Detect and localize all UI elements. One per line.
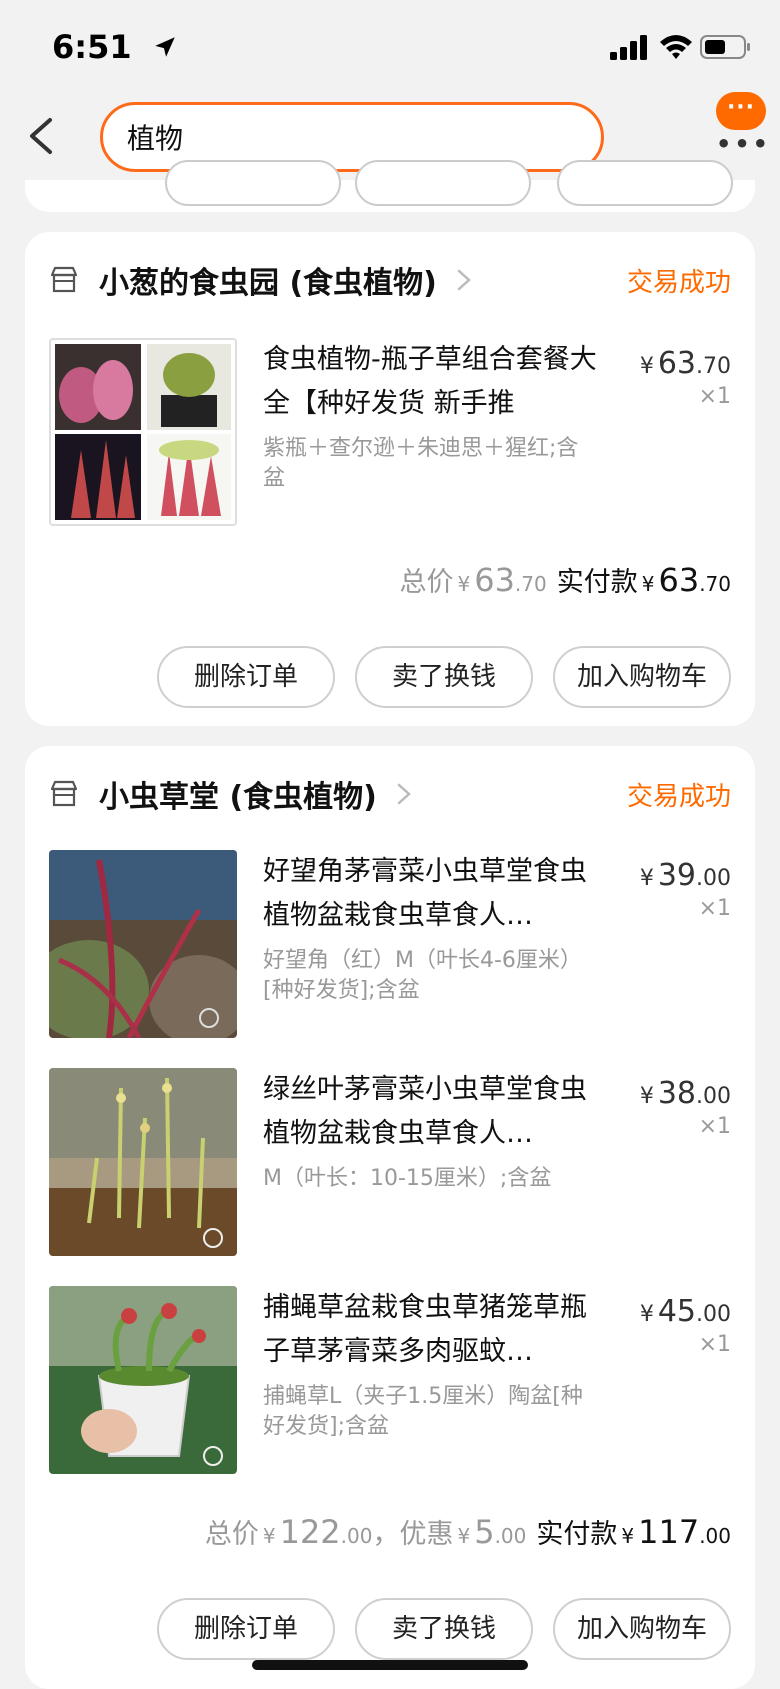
delete-order-button[interactable]: 删除订单	[157, 1598, 335, 1660]
resell-button[interactable]: 卖了换钱	[355, 646, 533, 708]
product-spec: M（叶长：10-15厘米）;含盆	[263, 1166, 552, 1191]
product-image	[49, 850, 237, 1038]
shop-icon	[50, 780, 78, 807]
more-dots-icon[interactable]: •••	[716, 130, 771, 158]
order-card: 小虫草堂 (食虫植物) 交易成功 好望角茅膏菜小虫草堂食虫植物盆栽食虫草食人… …	[25, 746, 755, 1689]
previous-button[interactable]	[165, 160, 341, 206]
delete-order-button[interactable]: 删除订单	[157, 646, 335, 708]
previous-order-card	[25, 160, 755, 212]
previous-button[interactable]	[557, 160, 733, 206]
order-status: 交易成功	[626, 268, 731, 298]
shop-name: 小虫草堂 (食虫植物)	[99, 780, 377, 815]
shop-header[interactable]: 小葱的食虫园 (食虫植物)	[49, 258, 473, 302]
order-status: 交易成功	[626, 782, 731, 812]
product-price: ¥38.00	[639, 1076, 731, 1111]
product-image	[49, 1068, 237, 1256]
order-item[interactable]: 好望角茅膏菜小虫草堂食虫植物盆栽食虫草食人… 好望角（红）M（叶长4-6厘米）[…	[49, 850, 739, 1040]
product-title[interactable]: 食虫植物-瓶子草组合套餐大全【种好发货 新手推	[263, 338, 598, 426]
wifi-icon	[660, 35, 692, 59]
search-query: 植物	[127, 122, 184, 155]
product-spec: 好望角（红）M（叶长4-6厘米）[种好发货];含盆	[263, 948, 582, 1003]
add-to-cart-button[interactable]: 加入购物车	[553, 646, 731, 708]
product-image	[49, 1286, 237, 1474]
product-quantity: ×1	[698, 384, 731, 409]
order-item[interactable]: 捕蝇草盆栽食虫草猪笼草瓶子草茅膏菜多肉驱蚊… 捕蝇草L（夹子1.5厘米）陶盆[种…	[49, 1286, 739, 1476]
shop-icon	[50, 266, 78, 293]
order-total: 总价 ¥ 63.70 实付款 ¥ 63.70	[399, 561, 731, 599]
status-time: 6:51	[52, 28, 132, 66]
product-price: ¥63.70	[639, 346, 731, 381]
location-arrow-icon	[155, 37, 175, 57]
product-title[interactable]: 绿丝叶茅膏菜小虫草堂食虫植物盆栽食虫草食人…	[263, 1068, 598, 1156]
product-quantity: ×1	[698, 1332, 731, 1357]
resell-button[interactable]: 卖了换钱	[355, 1598, 533, 1660]
order-actions: 删除订单 卖了换钱 加入购物车	[157, 1598, 731, 1660]
status-bar: 6:51	[0, 0, 780, 90]
add-to-cart-button[interactable]: 加入购物车	[553, 1598, 731, 1660]
order-total: 总价 ¥ 122.00 ，优惠 ¥ 5.00 实付款 ¥ 117.00	[204, 1513, 731, 1551]
shop-header[interactable]: 小虫草堂 (食虫植物)	[49, 772, 413, 816]
home-indicator[interactable]	[252, 1660, 528, 1670]
more-icon[interactable]: ···	[716, 92, 766, 130]
chevron-right-icon	[457, 269, 471, 291]
product-title[interactable]: 好望角茅膏菜小虫草堂食虫植物盆栽食虫草食人…	[263, 850, 598, 938]
shop-name: 小葱的食虫园 (食虫植物)	[99, 266, 437, 301]
previous-button[interactable]	[355, 160, 531, 206]
signal-icon	[610, 35, 647, 60]
order-item[interactable]: 食虫植物-瓶子草组合套餐大全【种好发货 新手推 紫瓶＋查尔逊＋朱迪思＋猩红;含盆…	[49, 338, 739, 528]
order-card: 小葱的食虫园 (食虫植物) 交易成功 食虫植物-瓶子草组合套餐大全【种好发货 新…	[25, 232, 755, 726]
chevron-right-icon	[397, 783, 411, 805]
product-quantity: ×1	[698, 1114, 731, 1139]
search-input[interactable]: 植物	[100, 102, 604, 172]
order-item[interactable]: 绿丝叶茅膏菜小虫草堂食虫植物盆栽食虫草食人… M（叶长：10-15厘米）;含盆 …	[49, 1068, 739, 1258]
product-price: ¥39.00	[639, 858, 731, 893]
product-quantity: ×1	[698, 896, 731, 921]
product-price: ¥45.00	[639, 1294, 731, 1329]
back-arrow-icon[interactable]	[22, 112, 62, 160]
product-spec: 捕蝇草L（夹子1.5厘米）陶盆[种好发货];含盆	[263, 1384, 583, 1439]
product-title[interactable]: 捕蝇草盆栽食虫草猪笼草瓶子草茅膏菜多肉驱蚊…	[263, 1286, 598, 1374]
battery-icon	[700, 35, 750, 59]
product-image	[49, 338, 237, 526]
order-actions: 删除订单 卖了换钱 加入购物车	[157, 646, 731, 708]
product-spec: 紫瓶＋查尔逊＋朱迪思＋猩红;含盆	[263, 436, 579, 491]
